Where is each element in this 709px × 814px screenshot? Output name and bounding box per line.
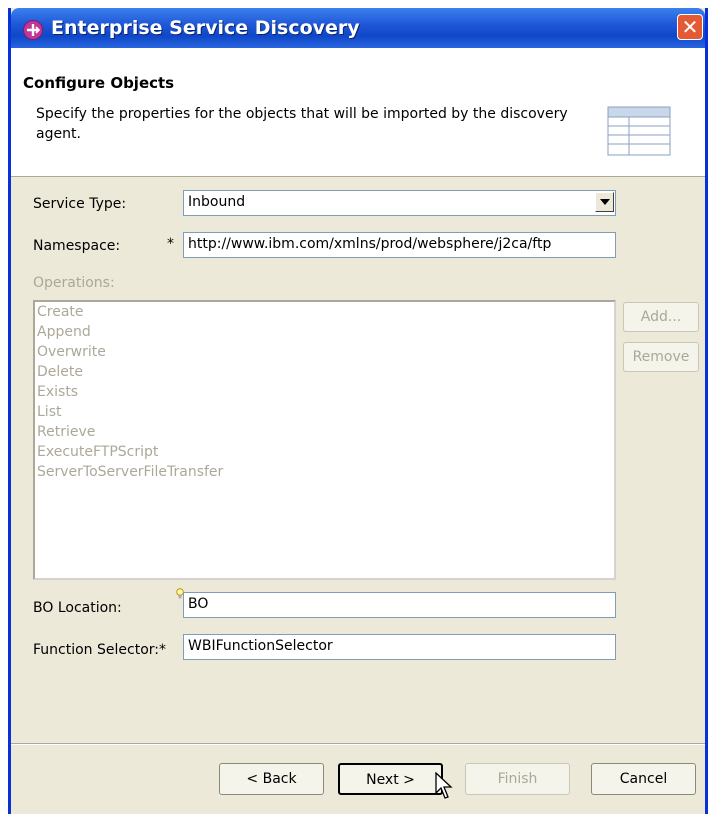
- list-item: ServerToServerFileTransfer: [37, 464, 224, 480]
- list-item: Append: [37, 324, 91, 340]
- dialog-window: Enterprise Service Discovery ✕ Configure…: [8, 8, 708, 814]
- service-type-value: Inbound: [188, 194, 246, 210]
- remove-operation-button[interactable]: Remove: [623, 342, 699, 372]
- list-item: Exists: [37, 384, 79, 400]
- table-icon: [607, 106, 671, 156]
- back-button[interactable]: < Back: [219, 763, 324, 795]
- service-type-label: Service Type:: [33, 196, 127, 212]
- list-item: List: [37, 404, 62, 420]
- app-icon: [23, 20, 43, 40]
- window-title: Enterprise Service Discovery: [51, 17, 360, 39]
- namespace-label: Namespace:: [33, 238, 121, 254]
- namespace-input[interactable]: http://www.ibm.com/xmlns/prod/websphere/…: [183, 232, 616, 258]
- operations-label: Operations:: [33, 275, 115, 291]
- namespace-required-marker: *: [167, 236, 174, 252]
- close-icon: ✕: [681, 15, 699, 39]
- operations-list[interactable]: Create Append Overwrite Delete Exists Li…: [33, 300, 616, 580]
- function-selector-input[interactable]: WBIFunctionSelector: [183, 634, 616, 660]
- bo-location-label: BO Location:: [33, 600, 122, 616]
- list-item: Overwrite: [37, 344, 106, 360]
- service-type-dropdown-button[interactable]: [595, 192, 614, 212]
- next-button[interactable]: Next >: [338, 763, 443, 795]
- finish-button[interactable]: Finish: [465, 763, 570, 795]
- list-item: Delete: [37, 364, 83, 380]
- cancel-button[interactable]: Cancel: [591, 763, 696, 795]
- list-item: Create: [37, 304, 84, 320]
- page-header: Configure Objects Specify the properties…: [11, 48, 705, 177]
- footer-divider-highlight: [11, 744, 705, 745]
- bo-location-input[interactable]: BO: [183, 592, 616, 618]
- list-item: Retrieve: [37, 424, 96, 440]
- title-bar[interactable]: Enterprise Service Discovery ✕: [11, 8, 705, 48]
- chevron-down-icon: [600, 199, 610, 205]
- page-description: Specify the properties for the objects t…: [36, 106, 568, 142]
- list-item: ExecuteFTPScript: [37, 444, 159, 460]
- close-button[interactable]: ✕: [677, 14, 703, 40]
- add-operation-button[interactable]: Add...: [623, 302, 699, 332]
- function-selector-label: Function Selector:*: [33, 642, 166, 658]
- service-type-select[interactable]: Inbound: [183, 190, 616, 216]
- mouse-cursor-icon: [435, 772, 453, 799]
- page-title: Configure Objects: [23, 74, 175, 92]
